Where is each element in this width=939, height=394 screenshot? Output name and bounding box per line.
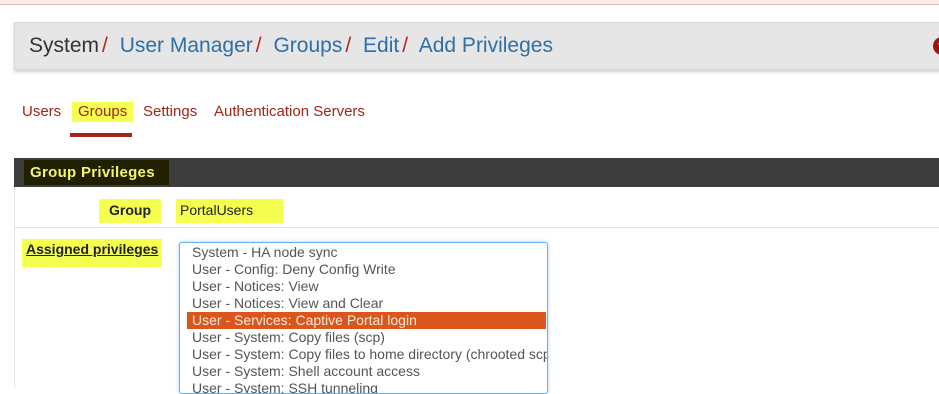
privilege-option[interactable]: User - System: SSH tunneling [192,380,547,393]
breadcrumb-groups[interactable]: Groups [273,34,342,57]
group-value: PortalUsers [176,199,284,223]
privileges-listbox[interactable]: System - HA node sync User - Config: Den… [179,242,548,394]
tab-settings[interactable]: Settings [143,102,197,122]
assigned-privileges-label: Assigned privileges [22,239,163,267]
privilege-option[interactable]: User - System: Copy files (scp) [192,329,547,346]
tab-authentication-servers[interactable]: Authentication Servers [214,102,365,122]
breadcrumb-separator: / [255,34,262,57]
breadcrumb-separator: / [402,34,409,57]
privilege-option[interactable]: User - Notices: View [192,278,547,295]
breadcrumb-trail: System / User Manager / Groups / Edit / Add … [29,34,553,58]
row-divider [14,227,939,228]
breadcrumb: System / User Manager / Groups / Edit / Add … [14,22,939,70]
breadcrumb-add-privileges[interactable]: Add Privileges [419,34,553,57]
breadcrumb-separator: / [345,34,352,57]
breadcrumb-root: System [29,34,100,57]
panel-border [14,187,15,387]
breadcrumb-edit[interactable]: Edit [363,34,399,57]
panel-header: Group Privileges [14,158,939,187]
top-alert-strip [0,0,939,5]
privilege-option[interactable]: System - HA node sync [192,244,547,261]
active-tab-indicator [70,133,132,137]
breadcrumb-user-manager[interactable]: User Manager [120,34,253,57]
privilege-option[interactable]: User - Notices: View and Clear [192,295,547,312]
tab-groups[interactable]: Groups [72,102,134,122]
panel-title: Group Privileges [24,160,169,185]
privilege-option-selected[interactable]: User - Services: Captive Portal login [187,312,546,329]
privilege-option[interactable]: User - System: Shell account access [192,363,547,380]
privilege-option[interactable]: User - Config: Deny Config Write [192,261,547,278]
question-circle-icon[interactable]: ? [933,37,939,55]
privilege-option[interactable]: User - System: Copy files to home direct… [192,346,547,363]
tab-users[interactable]: Users [22,102,61,122]
breadcrumb-separator: / [102,34,108,57]
group-label: Group [99,199,161,223]
